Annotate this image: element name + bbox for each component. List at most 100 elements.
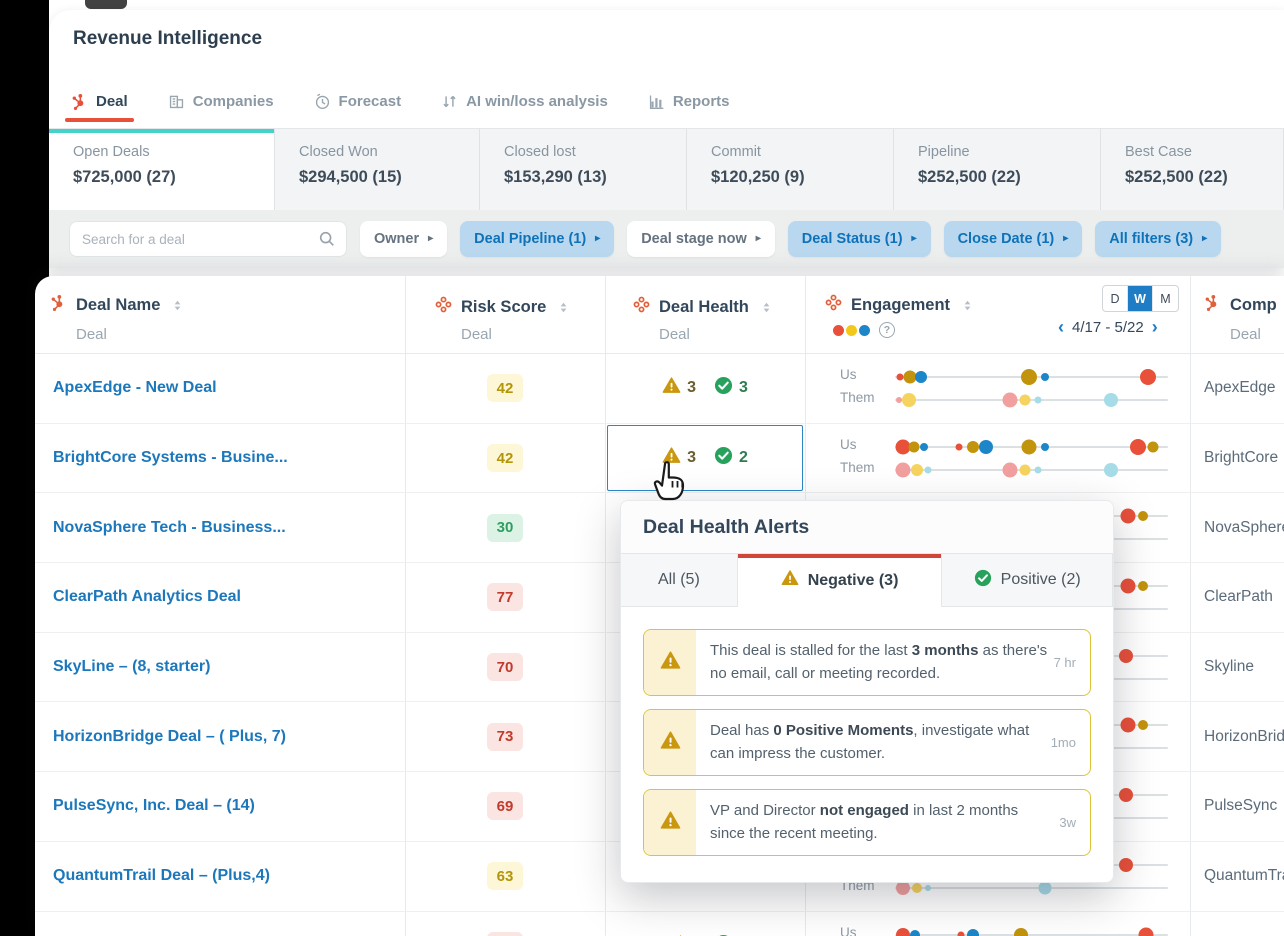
negative-alerts-count[interactable]: 3 — [662, 376, 696, 400]
engagement-dot[interactable] — [1021, 369, 1037, 385]
filter-chip-deal-status-1-[interactable]: Deal Status (1)▸ — [788, 221, 931, 257]
summary-card[interactable]: Pipeline$252,500 (22) — [894, 129, 1101, 211]
alert-card[interactable]: VP and Director not engaged in last 2 mo… — [643, 789, 1091, 856]
popup-tab-negative-3-[interactable]: Negative (3) — [738, 554, 943, 607]
deal-name-cell: HorizonBridge Deal – ( Plus, 7) — [35, 702, 405, 771]
filter-chip-deal-pipeline-1-[interactable]: Deal Pipeline (1)▸ — [460, 221, 614, 257]
filter-chip-close-date-1-[interactable]: Close Date (1)▸ — [944, 221, 1083, 257]
active-tab-underline — [65, 118, 134, 122]
tab-companies[interactable]: Companies — [168, 93, 274, 122]
column-subtitle: Deal — [659, 326, 690, 343]
summary-card[interactable]: Closed Won$294,500 (15) — [275, 129, 480, 211]
engagement-dot[interactable] — [896, 928, 910, 936]
deal-name-link[interactable]: BrightCore Systems - Busine... — [53, 449, 288, 467]
filter-chip-all-filters-3-[interactable]: All filters (3)▸ — [1095, 221, 1221, 257]
chip-label: Owner — [374, 231, 419, 247]
engagement-dot[interactable] — [1119, 788, 1133, 802]
engagement-dot[interactable] — [920, 443, 928, 451]
popup-tab-positive-2-[interactable]: Positive (2) — [942, 554, 1113, 607]
engagement-dot[interactable] — [910, 930, 920, 936]
engagement-dot[interactable] — [1019, 464, 1030, 475]
summary-card[interactable]: Commit$120,250 (9) — [687, 129, 894, 211]
deal-name-link[interactable]: SkyLine – (8, starter) — [53, 658, 210, 676]
engagement-dot[interactable] — [915, 371, 927, 383]
filter-chip-deal-stage-now[interactable]: Deal stage now▸ — [627, 221, 775, 257]
engagement-dot[interactable] — [1138, 581, 1148, 591]
engagement-dot[interactable] — [896, 462, 911, 477]
sort-arrows-icon[interactable] — [557, 301, 570, 314]
alert-card[interactable]: Deal has 0 Positive Moments, investigate… — [643, 709, 1091, 776]
deal-name-link[interactable]: NovaSphere Tech - Business... — [53, 519, 286, 537]
period-option-m[interactable]: M — [1153, 286, 1178, 311]
engagement-dot[interactable] — [1121, 718, 1136, 733]
engagement-dot[interactable] — [1147, 441, 1158, 452]
sort-arrows-icon[interactable] — [961, 299, 974, 312]
engagement-dot[interactable] — [1139, 927, 1154, 936]
engagement-dot[interactable] — [909, 441, 920, 452]
risk-score-badge: 42 — [487, 374, 523, 402]
tab-reports[interactable]: Reports — [648, 93, 730, 122]
engagement-dot[interactable] — [1119, 649, 1133, 663]
engagement-dot[interactable] — [1130, 439, 1146, 455]
positive-alerts-count[interactable]: 3 — [714, 376, 748, 400]
engagement-dot[interactable] — [957, 931, 964, 936]
deal-name-link[interactable]: QuantumTrail Deal – (Plus,4) — [53, 867, 270, 885]
chip-label: All filters (3) — [1109, 231, 1193, 247]
search-input[interactable] — [70, 222, 346, 256]
sort-arrows-icon[interactable] — [760, 301, 773, 314]
engagement-dot[interactable] — [967, 929, 979, 936]
card-label: Closed Won — [299, 144, 479, 160]
engagement-dot[interactable] — [912, 883, 922, 893]
deal-health-cell[interactable]: 33 — [605, 354, 805, 423]
engagement-dot[interactable] — [1039, 881, 1052, 894]
engagement-dot[interactable] — [1121, 579, 1136, 594]
engagement-dot[interactable] — [1041, 443, 1049, 451]
popup-tab-all-5-[interactable]: All (5) — [621, 554, 738, 607]
engagement-dot[interactable] — [925, 885, 931, 891]
engagement-dot[interactable] — [1014, 928, 1028, 936]
deal-name-link[interactable]: HorizonBridge Deal – ( Plus, 7) — [53, 728, 286, 746]
period-option-d[interactable]: D — [1103, 286, 1128, 311]
alert-card[interactable]: This deal is stalled for the last 3 mont… — [643, 629, 1091, 696]
tab-forecast[interactable]: Forecast — [314, 93, 402, 122]
engagement-dot[interactable] — [1035, 397, 1042, 404]
engagement-dot[interactable] — [1121, 509, 1136, 524]
engagement-dot[interactable] — [1119, 858, 1133, 872]
period-option-w[interactable]: W — [1128, 286, 1153, 311]
engagement-dot[interactable] — [1140, 369, 1156, 385]
engagement-dot[interactable] — [1138, 511, 1148, 521]
deal-name-link[interactable]: ClearPath Analytics Deal — [53, 588, 241, 606]
deal-name-link[interactable]: ApexEdge - New Deal — [53, 379, 217, 397]
tab-ai-winloss[interactable]: AI win/loss analysis — [441, 93, 608, 122]
lane-label-us: Us — [840, 925, 857, 936]
engagement-dot[interactable] — [1002, 462, 1017, 477]
engagement-dot[interactable] — [1041, 373, 1049, 381]
engagement-dot[interactable] — [911, 464, 923, 476]
deal-name-link[interactable]: PulseSync, Inc. Deal – (14) — [53, 797, 255, 815]
engagement-dot[interactable] — [1104, 393, 1118, 407]
engagement-dot[interactable] — [1019, 395, 1030, 406]
engagement-dot[interactable] — [979, 440, 993, 454]
engagement-dot[interactable] — [902, 393, 916, 407]
engagement-dot[interactable] — [1035, 466, 1042, 473]
deal-health-cell[interactable] — [605, 912, 805, 936]
engagement-dot[interactable] — [956, 443, 963, 450]
sort-arrows-icon[interactable] — [171, 299, 184, 312]
summary-card[interactable]: Best Case$252,500 (22) — [1101, 129, 1284, 211]
prev-period-icon[interactable]: ‹ — [1058, 318, 1064, 336]
engagement-dot[interactable] — [1002, 393, 1017, 408]
engagement-dot[interactable] — [1104, 463, 1118, 477]
engagement-dot[interactable] — [1021, 439, 1036, 454]
tab-deal[interactable]: Deal — [71, 93, 128, 122]
legend-dot — [859, 325, 870, 336]
engagement-dot[interactable] — [1138, 720, 1148, 730]
summary-card[interactable]: Open Deals$725,000 (27) — [49, 129, 275, 211]
next-period-icon[interactable]: › — [1152, 318, 1158, 336]
engagement-dot[interactable] — [967, 441, 979, 453]
filter-chip-owner[interactable]: Owner▸ — [360, 221, 447, 257]
hubspot-icon — [50, 294, 67, 316]
engagement-dot[interactable] — [924, 466, 931, 473]
summary-card[interactable]: Closed lost$153,290 (13) — [480, 129, 687, 211]
deal-health-cell[interactable]: 32 — [605, 424, 805, 493]
help-icon[interactable]: ? — [879, 322, 895, 338]
